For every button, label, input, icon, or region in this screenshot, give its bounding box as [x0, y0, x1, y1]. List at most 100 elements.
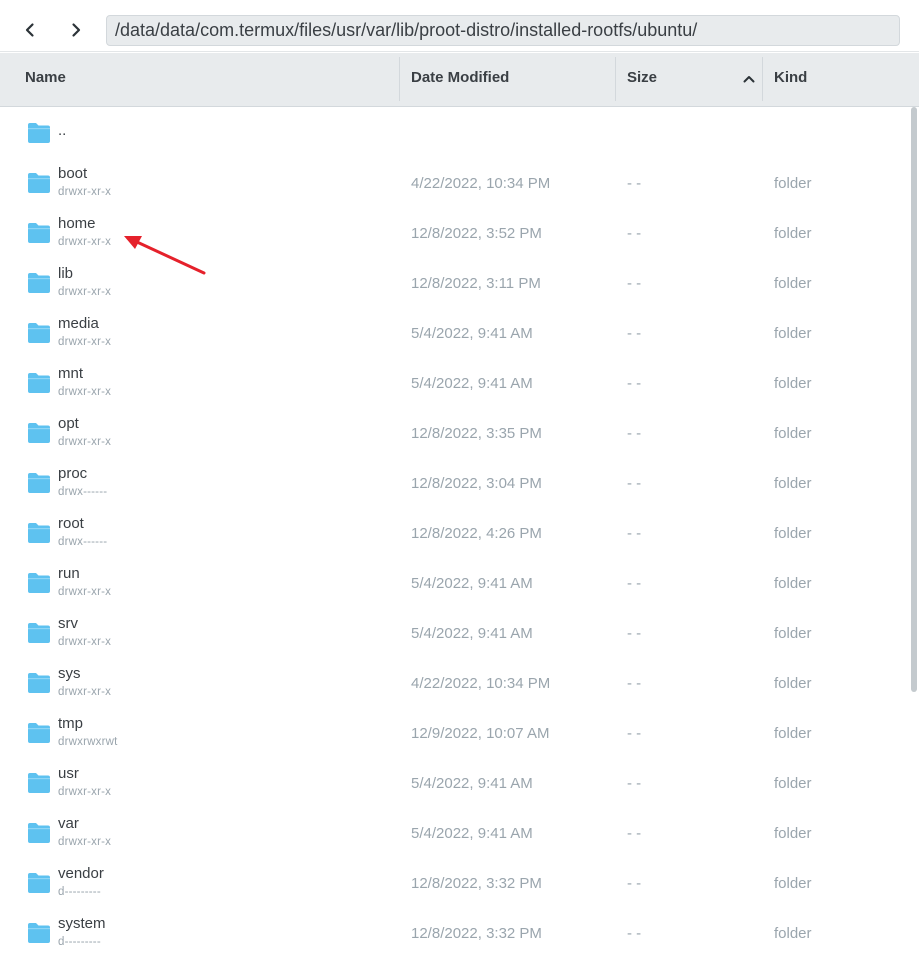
column-name-header[interactable]: Name	[25, 53, 66, 107]
file-permissions: drwxr-xr-x	[58, 636, 112, 648]
column-date-header[interactable]: Date Modified	[411, 53, 509, 107]
file-row-lib[interactable]: lib drwxr-xr-x 12/8/2022, 3:11 PM - - folder	[0, 257, 909, 307]
column-divider[interactable]	[399, 57, 400, 101]
file-size: - -	[627, 325, 642, 342]
file-row-srv[interactable]: srv drwxr-xr-x 5/4/2022, 9:41 AM - - folder	[0, 607, 909, 657]
file-name: vendor	[58, 865, 104, 882]
file-kind: folder	[774, 625, 812, 642]
file-name: lib	[58, 265, 74, 282]
file-row-vendor[interactable]: vendor d--------- 12/8/2022, 3:32 PM - - fol…	[0, 857, 909, 907]
file-permissions: drwx------	[58, 486, 108, 498]
file-kind: folder	[774, 575, 812, 592]
folder-icon	[28, 473, 50, 493]
file-name: proc	[58, 465, 88, 482]
file-kind: folder	[774, 175, 812, 192]
folder-icon	[28, 273, 50, 293]
file-name: sys	[58, 665, 81, 682]
file-name: usr	[58, 765, 79, 782]
file-kind: folder	[774, 925, 812, 942]
file-row-sys[interactable]: sys drwxr-xr-x 4/22/2022, 10:34 PM - - folde…	[0, 657, 909, 707]
chevron-left-icon	[25, 23, 34, 37]
folder-icon	[28, 573, 50, 593]
column-size-header[interactable]: Size	[627, 53, 657, 107]
file-permissions: drwx------	[58, 536, 108, 548]
file-size: - -	[627, 825, 642, 842]
file-kind: folder	[774, 825, 812, 842]
file-date-modified: 12/8/2022, 3:52 PM	[411, 225, 542, 242]
file-date-modified: 12/8/2022, 3:11 PM	[411, 275, 541, 292]
file-permissions: drwxrwxrwt	[58, 736, 118, 748]
file-date-modified: 12/9/2022, 10:07 AM	[411, 725, 550, 742]
file-row-usr[interactable]: usr drwxr-xr-x 5/4/2022, 9:41 AM - - folder	[0, 757, 909, 807]
file-permissions: drwxr-xr-x	[58, 236, 112, 248]
column-header: Name Date Modified Size Kind	[0, 53, 919, 107]
column-divider[interactable]	[615, 57, 616, 101]
path-input[interactable]: /data/data/com.termux/files/usr/var/lib/…	[106, 15, 900, 46]
folder-icon	[28, 523, 50, 543]
file-list: .. boot drwxr-xr-x 4/22/2022, 10:34 PM - - f…	[0, 107, 909, 956]
file-name: ..	[58, 122, 67, 139]
file-date-modified: 5/4/2022, 9:41 AM	[411, 325, 533, 342]
file-permissions: drwxr-xr-x	[58, 286, 112, 298]
file-permissions: drwxr-xr-x	[58, 586, 112, 598]
file-date-modified: 4/22/2022, 10:34 PM	[411, 675, 551, 692]
chevron-up-icon[interactable]	[742, 72, 756, 86]
file-row-root[interactable]: root drwx------ 12/8/2022, 4:26 PM - - folde…	[0, 507, 909, 557]
folder-icon	[28, 423, 50, 443]
folder-icon	[28, 173, 50, 193]
file-size: - -	[627, 375, 642, 392]
file-kind: folder	[774, 775, 812, 792]
file-name: boot	[58, 165, 88, 182]
file-date-modified: 12/8/2022, 3:32 PM	[411, 925, 542, 942]
file-permissions: drwxr-xr-x	[58, 336, 112, 348]
file-row-mnt[interactable]: mnt drwxr-xr-x 5/4/2022, 9:41 AM - - folder	[0, 357, 909, 407]
file-row-media[interactable]: media drwxr-xr-x 5/4/2022, 9:41 AM - - folde…	[0, 307, 909, 357]
file-kind: folder	[774, 875, 812, 892]
file-kind: folder	[774, 525, 812, 542]
file-row-tmp[interactable]: tmp drwxrwxrwt 12/9/2022, 10:07 AM - - folde…	[0, 707, 909, 757]
file-name: var	[58, 815, 79, 832]
file-kind: folder	[774, 475, 812, 492]
folder-icon	[28, 673, 50, 693]
file-date-modified: 4/22/2022, 10:34 PM	[411, 175, 551, 192]
forward-button[interactable]	[62, 16, 90, 44]
file-size: - -	[627, 575, 642, 592]
file-row-var[interactable]: var drwxr-xr-x 5/4/2022, 9:41 AM - - folder	[0, 807, 909, 857]
file-date-modified: 5/4/2022, 9:41 AM	[411, 825, 533, 842]
folder-icon	[28, 723, 50, 743]
folder-icon	[28, 323, 50, 343]
folder-icon	[28, 123, 50, 143]
file-date-modified: 12/8/2022, 4:26 PM	[411, 525, 542, 542]
file-size: - -	[627, 925, 642, 942]
file-name: system	[58, 915, 106, 932]
file-permissions: drwxr-xr-x	[58, 386, 112, 398]
file-date-modified: 12/8/2022, 3:35 PM	[411, 425, 542, 442]
file-name: run	[58, 565, 80, 582]
file-row-boot[interactable]: boot drwxr-xr-x 4/22/2022, 10:34 PM - - fold…	[0, 157, 909, 207]
file-row-run[interactable]: run drwxr-xr-x 5/4/2022, 9:41 AM - - folder	[0, 557, 909, 607]
parent-folder-row[interactable]: ..	[0, 107, 909, 157]
folder-icon	[28, 873, 50, 893]
column-kind-header[interactable]: Kind	[774, 53, 807, 107]
file-size: - -	[627, 275, 642, 292]
file-row-system[interactable]: system d--------- 12/8/2022, 3:32 PM - - fol…	[0, 907, 909, 956]
scrollbar[interactable]	[911, 107, 917, 692]
file-row-proc[interactable]: proc drwx------ 12/8/2022, 3:04 PM - - folde…	[0, 457, 909, 507]
back-button[interactable]	[16, 16, 44, 44]
file-permissions: d---------	[58, 936, 101, 948]
file-name: srv	[58, 615, 78, 632]
file-size: - -	[627, 675, 642, 692]
file-size: - -	[627, 625, 642, 642]
file-row-home[interactable]: home drwxr-xr-x 12/8/2022, 3:52 PM - - folde…	[0, 207, 909, 257]
toolbar: /data/data/com.termux/files/usr/var/lib/…	[0, 0, 919, 52]
file-name: home	[58, 215, 96, 232]
folder-icon	[28, 223, 50, 243]
file-permissions: drwxr-xr-x	[58, 786, 112, 798]
file-row-opt[interactable]: opt drwxr-xr-x 12/8/2022, 3:35 PM - - folder	[0, 407, 909, 457]
file-kind: folder	[774, 225, 812, 242]
file-kind: folder	[774, 325, 812, 342]
file-size: - -	[627, 475, 642, 492]
column-divider[interactable]	[762, 57, 763, 101]
file-date-modified: 5/4/2022, 9:41 AM	[411, 575, 533, 592]
file-name: tmp	[58, 715, 84, 732]
